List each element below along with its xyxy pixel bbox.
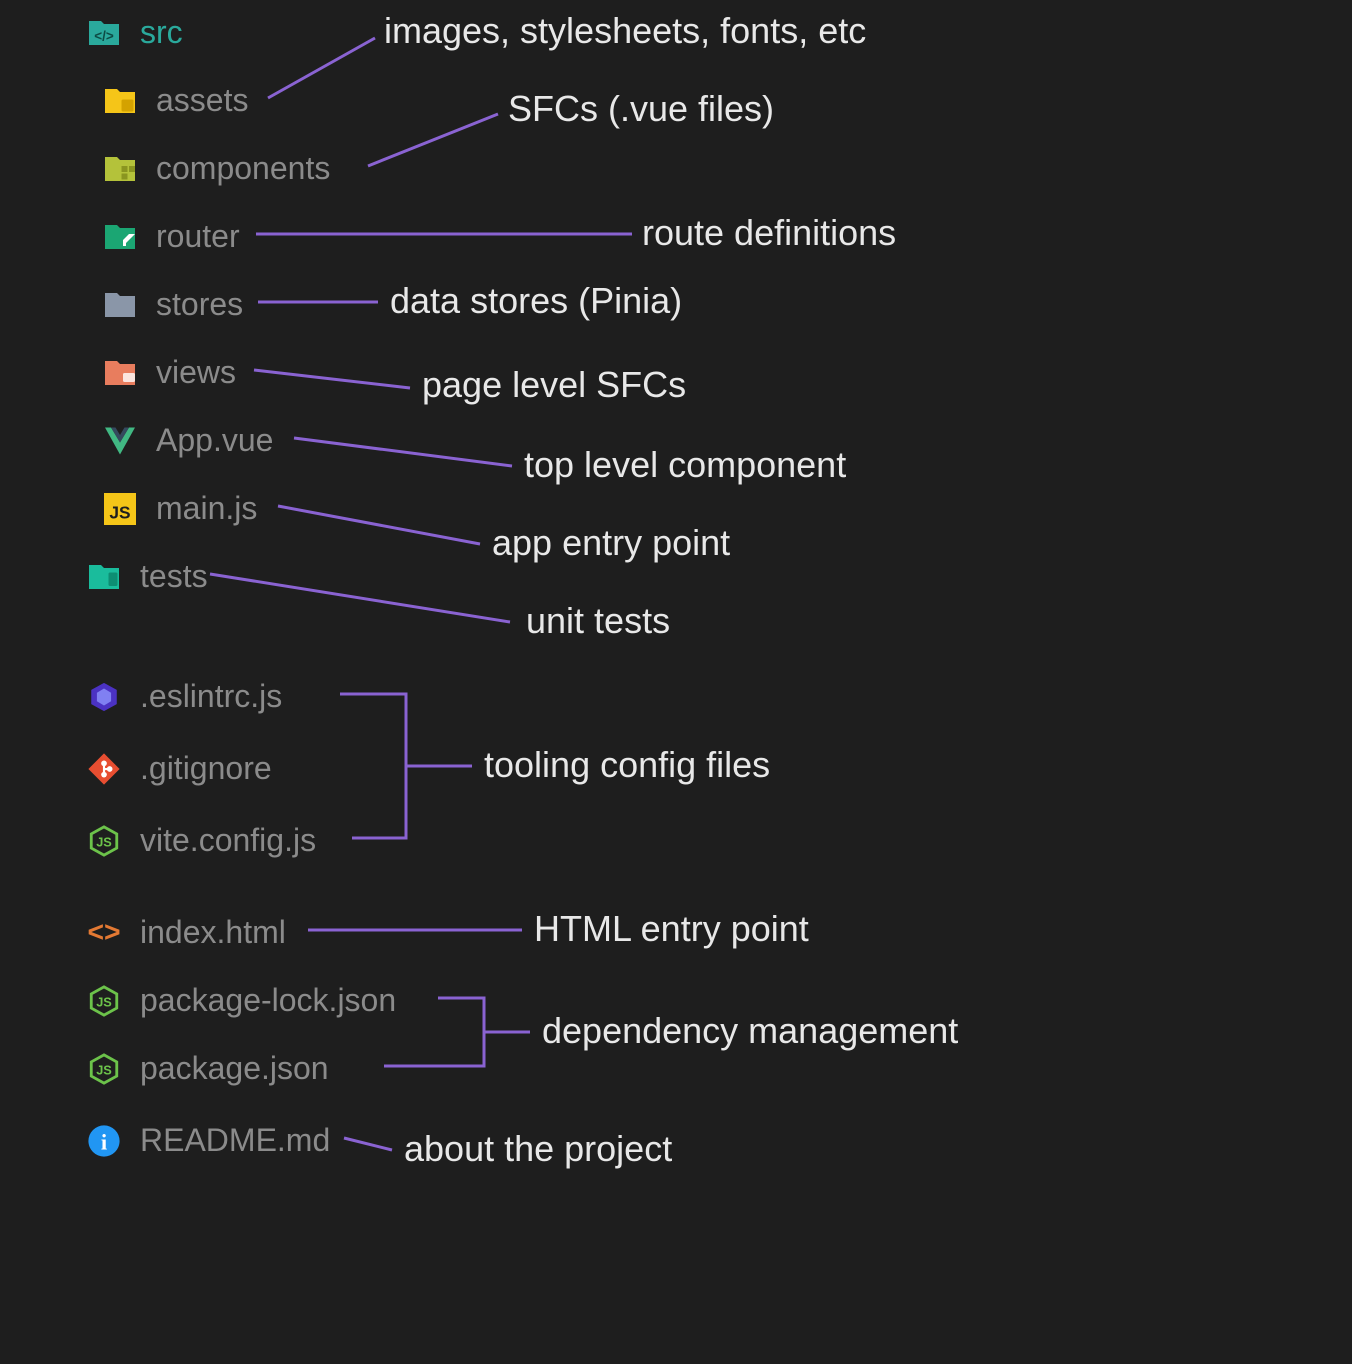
tree-item-router[interactable]: router [102, 218, 240, 255]
tree-label-components: components [156, 150, 330, 187]
tree-label-eslintrc: .eslintrc.js [140, 678, 282, 715]
svg-text:JS: JS [96, 834, 112, 849]
js-icon: JS [102, 491, 138, 527]
svg-text:JS: JS [96, 994, 112, 1009]
tree-item-stores[interactable]: stores [102, 286, 243, 323]
nodejs-icon: JS [86, 1051, 122, 1087]
folder-components-icon [102, 151, 138, 187]
svg-text:JS: JS [109, 502, 130, 522]
svg-text:</>: </> [94, 28, 114, 43]
tree-label-src: src [140, 14, 183, 51]
annotation-index-html: HTML entry point [534, 908, 809, 950]
tree-item-package-json[interactable]: JS package.json [86, 1050, 329, 1087]
tree-item-package-lock[interactable]: JS package-lock.json [86, 982, 396, 1019]
tree-label-package-json: package.json [140, 1050, 329, 1087]
annotation-router: route definitions [642, 212, 896, 254]
tree-label-index-html: index.html [140, 914, 286, 951]
tree-label-gitignore: .gitignore [140, 750, 272, 787]
tree-item-gitignore[interactable]: .gitignore [86, 750, 272, 787]
folder-assets-icon [102, 83, 138, 119]
git-icon [86, 751, 122, 787]
tree-label-vite-config: vite.config.js [140, 822, 316, 859]
eslint-icon [86, 679, 122, 715]
folder-views-icon [102, 355, 138, 391]
annotation-main-js: app entry point [492, 522, 730, 564]
nodejs-icon: JS [86, 983, 122, 1019]
info-icon: i [86, 1123, 122, 1159]
tree-item-main-js[interactable]: JS main.js [102, 490, 257, 527]
svg-text:JS: JS [96, 1062, 112, 1077]
tree-label-readme: README.md [140, 1122, 330, 1159]
tree-item-src[interactable]: </> src [86, 14, 183, 51]
tree-label-router: router [156, 218, 240, 255]
folder-tests-icon [86, 559, 122, 595]
tree-label-tests: tests [140, 558, 208, 595]
svg-text:i: i [101, 1129, 107, 1154]
folder-stores-icon [102, 287, 138, 323]
annotation-deps: dependency management [542, 1010, 958, 1052]
tree-label-main-js: main.js [156, 490, 257, 527]
folder-src-icon: </> [86, 15, 122, 51]
tree-label-package-lock: package-lock.json [140, 982, 396, 1019]
tree-item-tests[interactable]: tests [86, 558, 208, 595]
tree-item-components[interactable]: components [102, 150, 330, 187]
tree-label-assets: assets [156, 82, 248, 119]
annotation-readme: about the project [404, 1128, 672, 1170]
html-icon: <> [86, 915, 122, 951]
tree-item-assets[interactable]: assets [102, 82, 248, 119]
folder-router-icon [102, 219, 138, 255]
annotation-app-vue: top level component [524, 444, 846, 486]
vue-icon [102, 423, 138, 459]
tree-item-views[interactable]: views [102, 354, 236, 391]
annotation-components: SFCs (.vue files) [508, 88, 774, 130]
tree-label-stores: stores [156, 286, 243, 323]
tree-item-eslintrc[interactable]: .eslintrc.js [86, 678, 282, 715]
nodejs-icon: JS [86, 823, 122, 859]
tree-label-views: views [156, 354, 236, 391]
annotation-stores: data stores (Pinia) [390, 280, 682, 322]
annotation-views: page level SFCs [422, 364, 686, 406]
tree-item-app-vue[interactable]: App.vue [102, 422, 273, 459]
svg-text:<>: <> [87, 916, 120, 948]
tree-item-vite-config[interactable]: JS vite.config.js [86, 822, 316, 859]
tree-item-index-html[interactable]: <> index.html [86, 914, 286, 951]
annotation-tests: unit tests [526, 600, 670, 642]
annotation-assets: images, stylesheets, fonts, etc [384, 10, 866, 52]
annotation-tooling: tooling config files [484, 744, 770, 786]
tree-label-app-vue: App.vue [156, 422, 273, 459]
tree-item-readme[interactable]: i README.md [86, 1122, 330, 1159]
